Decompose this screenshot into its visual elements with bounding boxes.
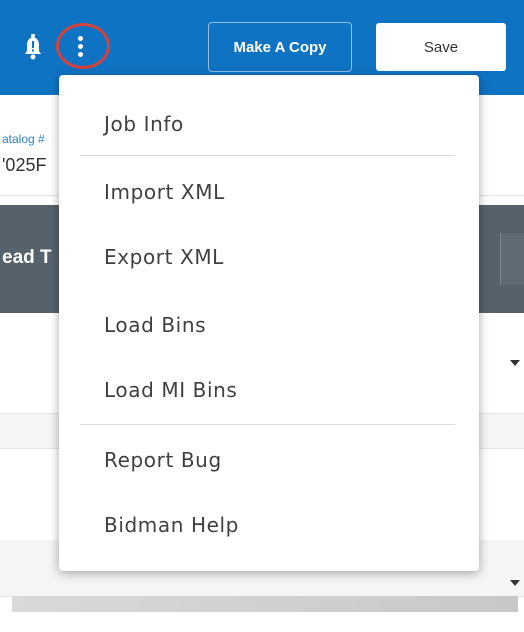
section-header-tab[interactable] [500, 233, 524, 285]
menu-divider [80, 424, 455, 425]
catalog-label: atalog # [2, 132, 45, 146]
menu-item-import-xml[interactable]: Import XML [59, 165, 479, 219]
save-button[interactable]: Save [376, 23, 506, 71]
menu-item-report-bug[interactable]: Report Bug [59, 433, 479, 487]
more-options-menu: Job Info Import XML Export XML Load Bins… [59, 75, 479, 571]
menu-item-export-xml[interactable]: Export XML [59, 230, 479, 284]
chevron-down-icon[interactable] [510, 360, 520, 366]
menu-item-job-info[interactable]: Job Info [59, 97, 479, 151]
menu-divider [80, 155, 455, 156]
bell-icon[interactable] [22, 33, 44, 61]
catalog-value: '025F [2, 155, 47, 175]
chevron-down-icon[interactable] [510, 580, 520, 586]
menu-item-bidman-help[interactable]: Bidman Help [59, 498, 479, 552]
section-header-text: ead T [2, 247, 52, 268]
menu-item-load-mi-bins[interactable]: Load MI Bins [59, 363, 479, 417]
menu-item-load-bins[interactable]: Load Bins [59, 298, 479, 352]
scrollbar-blur [12, 596, 518, 612]
make-copy-button[interactable]: Make A Copy [208, 22, 352, 72]
more-vertical-icon[interactable] [73, 33, 87, 61]
